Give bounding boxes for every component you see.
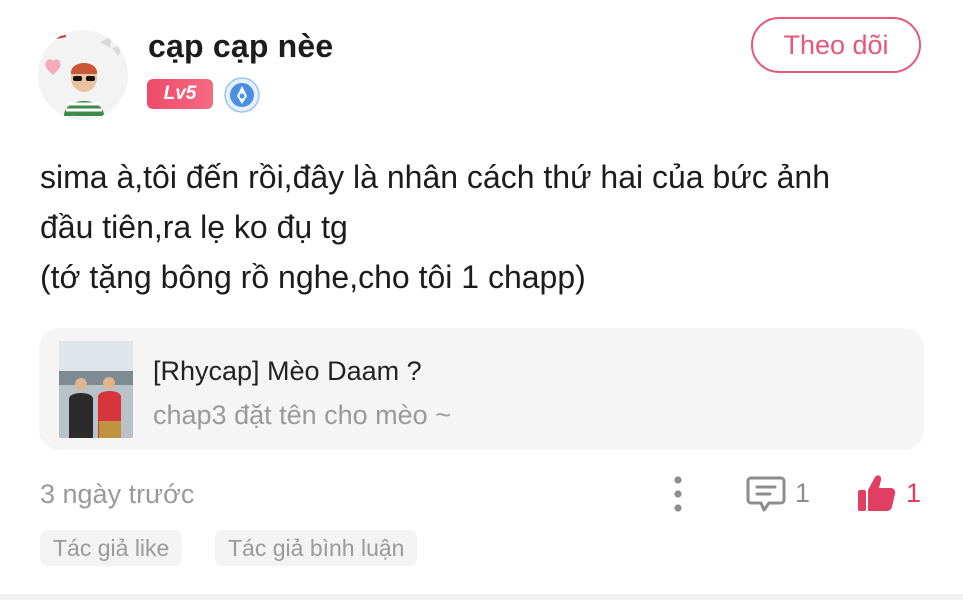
tag-author-liked: Tác giả like xyxy=(40,530,183,566)
linked-story-card[interactable]: [Rhycap] Mèo Daam ? chap3 đặt tên cho mè… xyxy=(39,328,924,450)
divider xyxy=(0,594,963,600)
comment-line: đầu tiên,ra lẹ ko đụ tg xyxy=(40,209,348,245)
story-thumbnail xyxy=(59,341,133,438)
comment-text: sima à,tôi đến rồi,đây là nhân cách thứ … xyxy=(40,152,930,302)
comment-card: cạp cạp nèe Lv5 Theo dõi sima à,tôi đến … xyxy=(0,0,963,600)
story-title: [Rhycap] Mèo Daam ? xyxy=(153,356,422,386)
avatar[interactable] xyxy=(38,30,128,120)
author-name[interactable]: cạp cạp nèe xyxy=(148,28,333,65)
verified-icon xyxy=(224,77,260,113)
comment-icon xyxy=(746,476,786,512)
story-subtitle: chap3 đặt tên cho mèo ~ xyxy=(153,400,451,430)
timestamp: 3 ngày trước xyxy=(40,479,195,509)
follow-button[interactable]: Theo dõi xyxy=(751,17,921,73)
avatar-image xyxy=(38,30,128,120)
like-icon xyxy=(858,475,896,511)
tag-author-commented: Tác giả bình luận xyxy=(215,530,418,566)
comment-line: (tớ tặng bông rồ nghe,cho tôi 1 chapp) xyxy=(40,259,586,295)
comment-count: 1 xyxy=(795,478,811,508)
more-icon[interactable] xyxy=(664,474,692,514)
like-count: 1 xyxy=(906,478,922,508)
comment-line: sima à,tôi đến rồi,đây là nhân cách thứ … xyxy=(40,159,830,195)
level-badge: Lv5 xyxy=(147,79,213,109)
